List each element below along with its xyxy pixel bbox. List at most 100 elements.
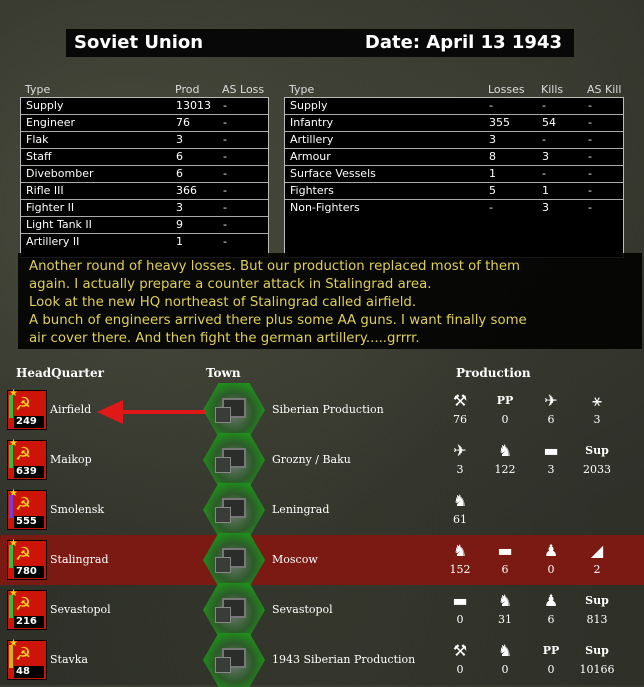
table-cell: - — [223, 218, 227, 231]
town-name[interactable]: 1943 Siberian Production — [272, 653, 415, 666]
soviet-flag-icon[interactable]: ★ ☭ 48 — [7, 638, 47, 680]
supply-icon: Sup — [585, 444, 609, 457]
table-row: Rifle III 366 - — [21, 183, 268, 200]
hq-name[interactable]: Sevastopol — [50, 603, 111, 616]
production-slot[interactable]: ▬ 6 — [485, 539, 525, 583]
table-cell: - — [588, 133, 592, 146]
annotation-arrow — [97, 400, 205, 424]
soviet-flag-icon[interactable]: ★ ☭ 555 — [7, 488, 47, 530]
town-name[interactable]: Leningrad — [272, 503, 329, 516]
production-value: 6 — [501, 563, 509, 576]
hq-name[interactable]: Maikop — [50, 453, 92, 466]
soviet-flag-icon[interactable]: ★ ☭ 249 — [7, 388, 47, 430]
production-slot[interactable]: ♞ 122 — [485, 439, 525, 483]
table-cell: - — [223, 201, 227, 214]
town-name[interactable]: Siberian Production — [272, 403, 384, 416]
town-hex-icon[interactable] — [203, 633, 265, 687]
production-slot[interactable]: ⚹ 3 — [577, 389, 617, 433]
hq-row[interactable]: ★ ☭ 639 Maikop Grozny / Baku ✈ 3 ♞ 122 ▬ 3 Sup 2033 — [0, 433, 644, 487]
table-cell: 3 — [176, 133, 183, 146]
town-hex-icon[interactable] — [203, 533, 265, 587]
table-cell: - — [223, 116, 227, 129]
production-slot[interactable]: PP 0 — [485, 389, 525, 433]
production-slot[interactable]: ♞ 152 — [440, 539, 480, 583]
production-table: Type Prod AS Loss Supply 13013- Engineer 76… — [20, 83, 269, 258]
town-hex-icon[interactable] — [203, 433, 265, 487]
rifle-icon: ♞ — [452, 541, 468, 560]
hq-row[interactable]: ★ ☭ 216 Sevastopol Sevastopol ▬ 0 ♞ 31 ♟ 6 Sup 813 — [0, 583, 644, 637]
production-slot[interactable]: Sup 10166 — [577, 639, 617, 683]
production-slot[interactable]: ♞ 0 — [485, 639, 525, 683]
table-row: Supply - - - — [285, 98, 623, 115]
supply-icon: Sup — [585, 594, 609, 607]
supply-icon: Sup — [585, 644, 609, 657]
hq-name[interactable]: Smolensk — [50, 503, 104, 516]
table-cell: 8 — [489, 150, 496, 163]
table-cell: - — [588, 167, 592, 180]
production-slot[interactable]: Sup 813 — [577, 589, 617, 633]
production-slot[interactable]: ✈ 6 — [531, 389, 571, 433]
light-tank-icon: ▬ — [497, 541, 513, 560]
table-cell: Fighters — [290, 184, 334, 197]
table-cell: - — [588, 99, 592, 112]
town-name[interactable]: Moscow — [272, 553, 318, 566]
hq-row[interactable]: ★ ☭ 555 Smolensk Leningrad ♞ 61 — [0, 483, 644, 537]
town-hex-icon[interactable] — [203, 483, 265, 537]
table-cell: - — [223, 184, 227, 197]
hq-strength-value: 216 — [14, 616, 44, 628]
hq-row[interactable]: ★ ☭ 780 Stalingrad Moscow ♞ 152 ▬ 6 ♟ 0 ◢ 2 — [0, 533, 644, 587]
production-slot[interactable]: ⚒ 0 — [440, 639, 480, 683]
town-hex-icon[interactable] — [203, 383, 265, 437]
production-column-header: Production — [456, 366, 531, 380]
table-cell: - — [588, 201, 592, 214]
town-name[interactable]: Grozny / Baku — [272, 453, 351, 466]
hq-strength-value: 555 — [14, 516, 44, 528]
hq-name[interactable]: Stalingrad — [50, 553, 109, 566]
production-value: 10166 — [579, 663, 615, 676]
table-cell: 54 — [542, 116, 556, 129]
town-name[interactable]: Sevastopol — [272, 603, 333, 616]
hq-name[interactable]: Airfield — [50, 403, 91, 416]
table-cell: 366 — [176, 184, 197, 197]
soviet-flag-icon[interactable]: ★ ☭ 216 — [7, 588, 47, 630]
report-message: Another round of heavy losses. But our p… — [18, 253, 642, 349]
soviet-flag-icon[interactable]: ★ ☭ 639 — [7, 438, 47, 480]
town-hex-icon[interactable] — [203, 583, 265, 637]
hq-strength-bar — [9, 545, 13, 568]
divebomber-icon: ✈ — [544, 391, 558, 410]
production-slot[interactable]: PP 0 — [531, 639, 571, 683]
production-slot[interactable]: ♟ 6 — [531, 589, 571, 633]
production-value: 3 — [593, 413, 601, 426]
hq-strength-value: 48 — [14, 666, 44, 678]
production-slot[interactable]: ▬ 0 — [440, 589, 480, 633]
building-icon — [215, 407, 231, 423]
table-cell: Supply — [290, 99, 328, 112]
table-cell: - — [223, 133, 227, 146]
production-value: 0 — [456, 663, 464, 676]
building-icon — [215, 507, 231, 523]
table-cell: 1 — [176, 235, 183, 248]
hammer-sickle-icon: ☭ — [15, 494, 32, 515]
town-column-header: Town — [206, 366, 241, 380]
staff-icon: ♟ — [543, 541, 559, 560]
production-slot[interactable]: ♞ 31 — [485, 589, 525, 633]
production-slot[interactable]: Sup 2033 — [577, 439, 617, 483]
hammer-sickle-icon: ☭ — [15, 394, 32, 415]
table-cell: Infantry — [290, 116, 334, 129]
hq-row[interactable]: ★ ☭ 48 Stavka 1943 Siberian Production ⚒ 0 ♞ 0 PP… — [0, 633, 644, 687]
table-cell: - — [223, 235, 227, 248]
production-slot[interactable]: ◢ 2 — [577, 539, 617, 583]
production-slot[interactable]: ♟ 0 — [531, 539, 571, 583]
table-cell: 6 — [176, 167, 183, 180]
hq-name[interactable]: Stavka — [50, 653, 88, 666]
table-row: Divebomber 6 - — [21, 166, 268, 183]
production-slot[interactable]: ⚒ 76 — [440, 389, 480, 433]
light-tank-icon: ▬ — [543, 441, 559, 460]
soviet-flag-icon[interactable]: ★ ☭ 780 — [7, 538, 47, 580]
production-slot[interactable]: ▬ 3 — [531, 439, 571, 483]
table-row: Artillery II 1 - — [21, 234, 268, 250]
hammer-sickle-icon: ☭ — [15, 594, 32, 615]
production-slot[interactable]: ✈ 3 — [440, 439, 480, 483]
col-type: Type — [289, 83, 315, 96]
production-slot[interactable]: ♞ 61 — [440, 489, 480, 533]
